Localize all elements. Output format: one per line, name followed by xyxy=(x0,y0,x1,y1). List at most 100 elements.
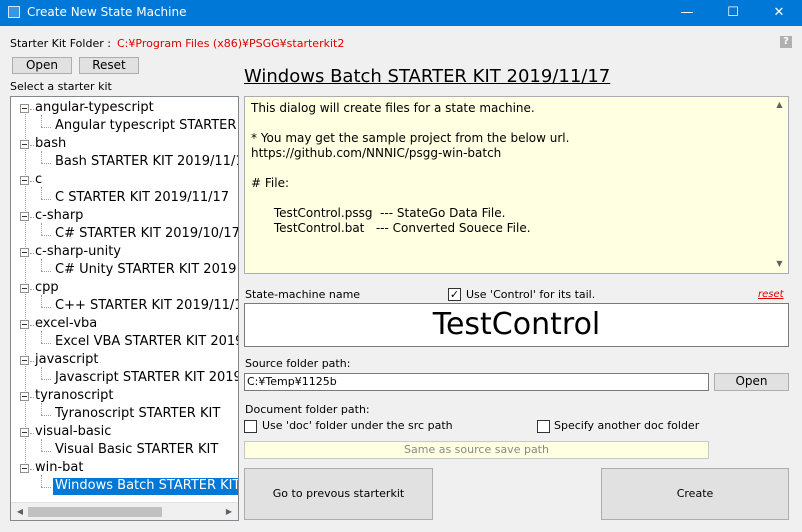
tree-item[interactable]: Visual Basic STARTER KIT xyxy=(55,442,218,458)
description-box[interactable]: This dialog will create files for a stat… xyxy=(244,96,789,274)
tree-child-line xyxy=(41,223,42,235)
tree-child-branch-line xyxy=(41,163,51,164)
tree-collapse-icon[interactable] xyxy=(20,140,29,149)
use-doc-folder-label: Use 'doc' folder under the src path xyxy=(262,419,453,432)
tree-group-tyranoscript[interactable]: tyranoscript xyxy=(35,388,114,404)
tree-child-branch-line xyxy=(41,199,51,200)
tree-branch-line xyxy=(30,433,34,434)
starter-kit-folder-path: C:¥Program Files (x86)¥PSGG¥starterkit2 xyxy=(117,37,345,50)
tree-group-angular-typescript[interactable]: angular-typescript xyxy=(35,100,154,116)
tree-branch-line xyxy=(30,289,34,290)
tree-child-branch-line xyxy=(41,415,51,416)
tree-group-win-bat[interactable]: win-bat xyxy=(35,460,84,476)
title-bar: Create New State Machine — ☐ ✕ xyxy=(0,0,802,26)
tree-collapse-icon[interactable] xyxy=(20,392,29,401)
tree-child-line xyxy=(41,439,42,451)
scroll-left-icon[interactable]: ◀ xyxy=(13,505,27,519)
create-button[interactable]: Create xyxy=(601,468,789,520)
tree-group-visual-basic[interactable]: visual-basic xyxy=(35,424,111,440)
tree-item[interactable]: C STARTER KIT 2019/11/17 xyxy=(55,190,229,206)
tree-branch-line xyxy=(30,145,34,146)
description-text: This dialog will create files for a stat… xyxy=(251,101,570,235)
tree-branch-line xyxy=(30,325,34,326)
tree-group-c-sharp[interactable]: c-sharp xyxy=(35,208,83,224)
tree-collapse-icon[interactable] xyxy=(20,428,29,437)
tree-child-line xyxy=(41,259,42,271)
tree-group-bash[interactable]: bash xyxy=(35,136,66,152)
tree-collapse-icon[interactable] xyxy=(20,320,29,329)
description-scrollbar[interactable]: ▲ ▼ xyxy=(771,97,788,273)
tree-item[interactable]: Javascript STARTER KIT 2019 xyxy=(55,370,238,386)
tree-horizontal-scrollbar[interactable]: ◀ ▶ xyxy=(11,502,238,520)
use-doc-folder-checkbox[interactable] xyxy=(244,420,257,433)
tree-item[interactable]: C# STARTER KIT 2019/10/17 xyxy=(55,226,238,242)
scroll-right-icon[interactable]: ▶ xyxy=(222,505,236,519)
tree-collapse-icon[interactable] xyxy=(20,464,29,473)
use-control-label: Use 'Control' for its tail. xyxy=(466,288,596,301)
specify-doc-folder-checkbox[interactable] xyxy=(537,420,550,433)
tree-child-branch-line xyxy=(41,451,51,452)
tree-child-branch-line xyxy=(41,127,51,128)
tree-group-excel-vba[interactable]: excel-vba xyxy=(35,316,97,332)
close-button[interactable]: ✕ xyxy=(756,0,802,26)
tree-collapse-icon[interactable] xyxy=(20,284,29,293)
tree-collapse-icon[interactable] xyxy=(20,104,29,113)
reset-link[interactable]: reset xyxy=(758,289,784,300)
document-folder-label: Document folder path: xyxy=(245,403,370,416)
tree-item[interactable]: C# Unity STARTER KIT 2019 xyxy=(55,262,236,278)
scroll-down-icon[interactable]: ▼ xyxy=(774,259,785,270)
tree-child-line xyxy=(41,331,42,343)
tree-child-line xyxy=(41,475,42,487)
reset-starter-folder-button[interactable]: Reset xyxy=(79,57,139,74)
window-title: Create New State Machine xyxy=(27,5,187,19)
app-icon xyxy=(8,6,20,18)
tree-collapse-icon[interactable] xyxy=(20,248,29,257)
minimize-button[interactable]: — xyxy=(664,0,710,26)
help-icon[interactable]: ? xyxy=(780,36,792,48)
tree-child-branch-line xyxy=(41,379,51,380)
starter-kit-tree[interactable]: angular-typescript Angular typescript STA… xyxy=(10,96,239,521)
maximize-button[interactable]: ☐ xyxy=(710,0,756,26)
tree-collapse-icon[interactable] xyxy=(20,212,29,221)
state-machine-name-input[interactable]: TestControl xyxy=(244,303,789,347)
tree-child-branch-line xyxy=(41,271,51,272)
state-machine-name-label: State-machine name xyxy=(245,288,361,301)
tree-child-branch-line xyxy=(41,343,51,344)
tree-label: Select a starter kit xyxy=(10,80,112,93)
tree-branch-line xyxy=(30,397,34,398)
tree-item-selected[interactable]: Windows Batch STARTER KIT xyxy=(51,477,238,496)
tree-branch-line xyxy=(30,181,34,182)
tree-item[interactable]: Bash STARTER KIT 2019/11/17 xyxy=(55,154,238,170)
tree-child-line xyxy=(41,115,42,127)
tree-branch-line xyxy=(30,217,34,218)
tree-collapse-icon[interactable] xyxy=(20,176,29,185)
tree-viewport: angular-typescript Angular typescript STA… xyxy=(11,97,238,502)
tree-branch-line xyxy=(30,253,34,254)
starter-kit-folder-label: Starter Kit Folder : xyxy=(10,37,111,50)
tree-item[interactable]: Tyranoscript STARTER KIT xyxy=(55,406,220,422)
tree-child-branch-line xyxy=(41,307,51,308)
tree-child-line xyxy=(41,403,42,415)
go-previous-button[interactable]: Go to prevous starterkit xyxy=(244,468,433,520)
source-folder-label: Source folder path: xyxy=(245,357,351,370)
tree-child-line xyxy=(41,295,42,307)
tree-group-c-sharp-unity[interactable]: c-sharp-unity xyxy=(35,244,121,260)
scroll-up-icon[interactable]: ▲ xyxy=(774,100,785,111)
tree-branch-line xyxy=(30,109,34,110)
tree-branch-line xyxy=(30,469,34,470)
open-starter-folder-button[interactable]: Open xyxy=(12,57,72,74)
tree-group-c[interactable]: c xyxy=(35,172,42,188)
tree-child-line xyxy=(41,151,42,163)
specify-doc-folder-label: Specify another doc folder xyxy=(554,419,700,432)
kit-heading: Windows Batch STARTER KIT 2019/11/17 xyxy=(244,66,611,87)
scroll-thumb[interactable] xyxy=(28,507,162,517)
tree-item[interactable]: Excel VBA STARTER KIT 2019 xyxy=(55,334,238,350)
source-folder-input[interactable]: C:¥Temp¥1125b xyxy=(244,373,709,391)
tree-item[interactable]: Angular typescript STARTER KIT 2019/11/1… xyxy=(55,118,238,134)
tree-item[interactable]: C++ STARTER KIT 2019/11/17 xyxy=(55,298,238,314)
open-source-folder-button[interactable]: Open xyxy=(714,373,789,391)
tree-group-javascript[interactable]: javascript xyxy=(35,352,98,368)
use-control-checkbox[interactable]: ✓ xyxy=(448,288,461,301)
tree-group-cpp[interactable]: cpp xyxy=(35,280,59,296)
tree-collapse-icon[interactable] xyxy=(20,356,29,365)
